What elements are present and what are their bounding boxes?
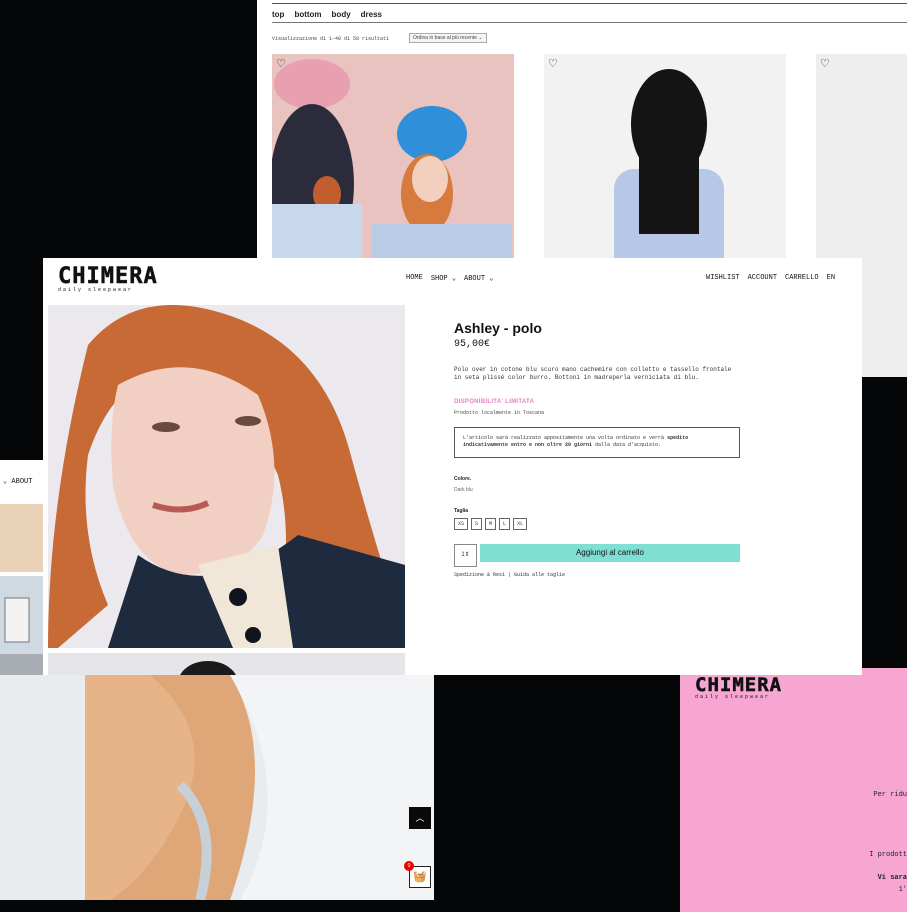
info-window: CHIMERA daily sleepwear Per ridu I prodo… — [680, 668, 907, 912]
quantity-stepper[interactable]: 1⇕ — [454, 544, 477, 567]
category-bottom[interactable]: bottom — [294, 10, 321, 19]
divider — [272, 22, 907, 23]
product-photo-closeup — [0, 675, 434, 900]
category-top[interactable]: top — [272, 10, 284, 19]
nav-account[interactable]: ACCOUNT — [748, 274, 777, 282]
info-text: I prodott — [869, 851, 907, 859]
color-label: Colore. — [454, 476, 472, 482]
results-count: Visualizzazione di 1–40 di 58 risultati — [272, 36, 390, 42]
wishlist-heart-icon[interactable]: ♡ — [548, 57, 558, 70]
quantity-value: 1 — [461, 552, 465, 558]
sort-select[interactable]: Ordina in base al più recente ⌄ — [409, 33, 487, 43]
nav-wishlist[interactable]: WISHLIST — [706, 274, 740, 282]
basket-icon: 🧺 — [413, 871, 427, 883]
logo-text: CHIMERA — [58, 264, 158, 290]
production-note: Prodotto localmente in Toscana — [454, 410, 545, 416]
logo-subtitle: daily sleepwear — [695, 694, 771, 700]
scroll-top-button[interactable]: ︿ — [409, 807, 431, 829]
notice-text: L'articolo sarà realizzato appositamente… — [463, 435, 665, 441]
wishlist-heart-icon[interactable]: ♡ — [820, 57, 830, 70]
color-value[interactable]: Dark blu — [454, 487, 473, 493]
info-text: Vi sara — [877, 874, 907, 882]
user-nav: WISHLIST ACCOUNT CARRELLO EN — [706, 274, 835, 282]
nav-about[interactable]: ABOUT ⌄ — [464, 274, 493, 283]
nav-shop[interactable]: SHOP ⌄ — [431, 274, 456, 283]
product-photo — [48, 305, 405, 648]
product-secondary-image[interactable] — [48, 653, 405, 675]
wishlist-heart-icon[interactable]: ♡ — [276, 57, 286, 70]
product-main-image[interactable] — [48, 305, 405, 648]
size-option-l[interactable]: L — [499, 518, 511, 530]
product-price: 95,00€ — [454, 339, 491, 350]
product-description: Polo over in cotone blu scuro mano cache… — [454, 366, 732, 381]
nav-about[interactable]: ⌄ ABOUT — [3, 477, 32, 486]
logo-text: CHIMERA — [695, 674, 783, 697]
shipping-notice: L'articolo sarà realizzato appositamente… — [454, 427, 740, 458]
logo[interactable]: CHIMERA daily sleepwear — [58, 264, 158, 293]
size-option-m[interactable]: M — [485, 518, 497, 530]
logo[interactable]: CHIMERA daily sleepwear — [695, 674, 782, 700]
category-body[interactable]: body — [332, 10, 351, 19]
notice-text: dalla data d'acquisto. — [595, 442, 662, 448]
nav-cart[interactable]: CARRELLO — [785, 274, 819, 282]
main-nav: HOME SHOP ⌄ ABOUT ⌄ — [406, 274, 493, 283]
size-option-xs[interactable]: XS — [454, 518, 469, 530]
language-switch[interactable]: EN — [827, 274, 835, 282]
info-text: 1' — [898, 886, 907, 894]
size-label: Taglia — [454, 508, 469, 514]
category-dress[interactable]: dress — [361, 10, 382, 19]
divider — [272, 3, 907, 4]
size-option-xl[interactable]: XL — [513, 518, 528, 530]
category-tabs: top bottom body dress — [272, 10, 382, 19]
shipping-links[interactable]: Spedizione & Resi | Guida alle taglie — [454, 572, 565, 578]
nav-home[interactable]: HOME — [406, 274, 423, 283]
product-detail-window: CHIMERA daily sleepwear HOME SHOP ⌄ ABOU… — [43, 258, 862, 675]
info-text: Per ridu — [873, 791, 907, 799]
sort-select-value: Ordina in base al più recente — [413, 35, 477, 41]
cart-count-badge: 0 — [404, 861, 414, 871]
product-detail-window-2: ︿ 🧺 0 — [0, 675, 434, 900]
product-photo — [180, 661, 236, 675]
size-options: XS S M L XL — [454, 518, 528, 530]
size-option-s[interactable]: S — [471, 518, 483, 530]
availability-label: DISPONIBILITA' LIMITATA — [454, 399, 535, 405]
add-to-cart-button[interactable]: Aggiungi al carrello — [480, 544, 740, 562]
product-title: Ashley - polo — [454, 320, 542, 336]
